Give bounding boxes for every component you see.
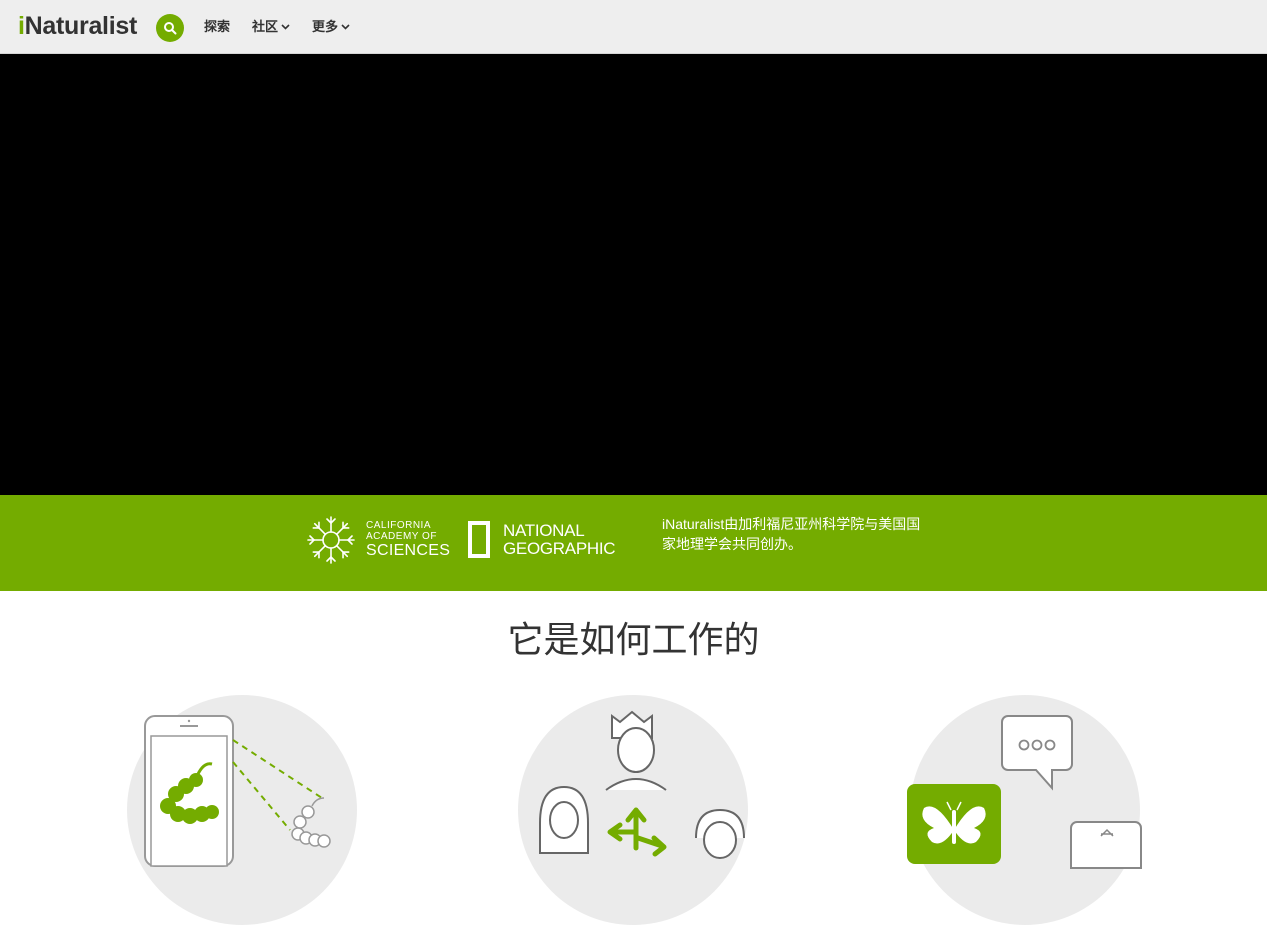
chevron-down-icon	[341, 24, 350, 30]
community-arrows-icon	[539, 710, 745, 859]
logo-prefix: i	[18, 12, 25, 40]
nav-explore-label: 探索	[204, 19, 231, 34]
nav-community-label: 社区	[252, 19, 279, 34]
nav-more[interactable]: 更多	[312, 19, 350, 35]
chevron-down-icon	[281, 24, 290, 30]
cas-line-1: CALIFORNIA	[366, 520, 432, 531]
main-nav: 探索 社区 更多	[204, 19, 372, 35]
national-geographic-logo-icon[interactable]	[468, 521, 490, 558]
ng-line-2: GEOGRAPHIC	[503, 539, 616, 558]
search-icon	[164, 22, 177, 35]
california-academy-logo-icon[interactable]	[305, 514, 357, 566]
phone-caterpillar-icon	[144, 715, 331, 867]
nav-explore[interactable]: 探索	[204, 19, 230, 35]
partner-description: iNaturalist由加利福尼亚州科学院与美国国家地理学会共同创办。	[662, 516, 921, 552]
logo-text: Naturalist	[24, 12, 138, 40]
cas-line-2: ACADEMY OF	[366, 531, 437, 542]
nav-more-label: 更多	[312, 19, 339, 34]
butterfly-chat-icon	[907, 715, 1142, 869]
california-academy-wordmark[interactable]: CALIFORNIA ACADEMY OF SCIENCES	[366, 521, 450, 559]
top-navigation-bar: iNaturalist 探索 社区 更多	[0, 0, 1267, 54]
inaturalist-logo[interactable]: iNaturalist	[18, 11, 137, 41]
ng-line-1: NATIONAL	[503, 521, 585, 540]
partner-band	[0, 495, 1267, 591]
cas-line-3: SCIENCES	[366, 542, 451, 559]
hero-video[interactable]	[0, 54, 1267, 495]
nav-community[interactable]: 社区	[252, 19, 290, 35]
search-button[interactable]	[156, 14, 184, 42]
how-it-works-title: 它是如何工作的	[507, 619, 760, 660]
national-geographic-wordmark[interactable]: NATIONAL GEOGRAPHIC	[503, 521, 616, 558]
